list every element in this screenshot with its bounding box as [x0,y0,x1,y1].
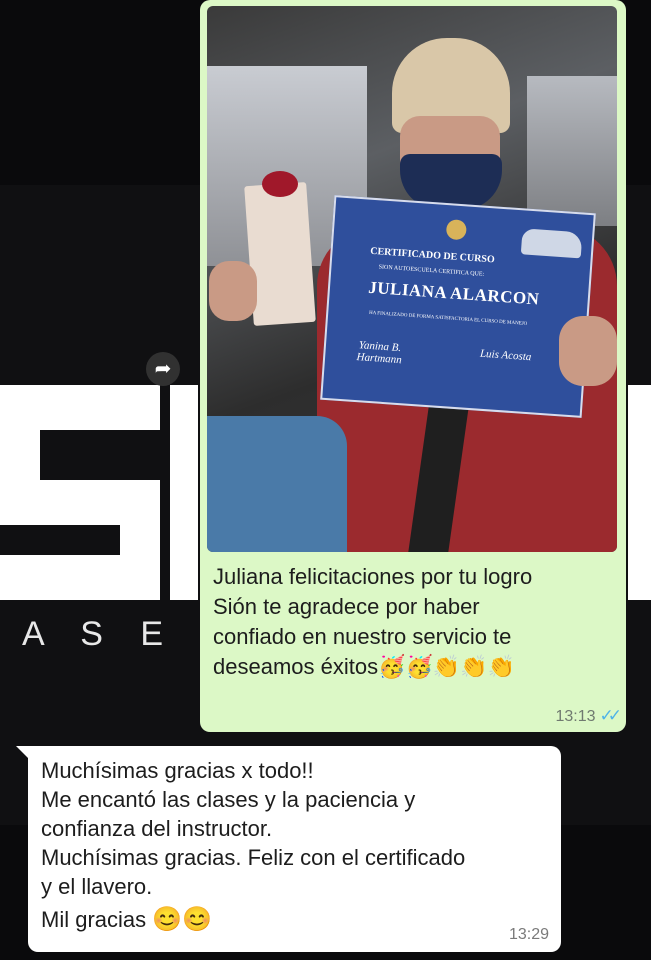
incoming-message-time: 13:29 [508,926,549,943]
caption-line: Juliana felicitaciones por tu logro [213,564,533,589]
certificate-signature-left: Yanina B. Hartmann [356,339,403,367]
photo-hand-left [209,261,257,321]
incoming-line: confianza del instructor. [41,816,273,841]
incoming-message-text: Muchísimas gracias x todo!! Me encantó l… [41,756,541,934]
certificate-subheading: SION AUTOESCUELA CERTIFICA QUE: [378,264,485,278]
message-time: 13:13 [555,708,596,725]
incoming-emojis: 😊😊 [152,906,213,933]
forward-icon[interactable]: ➦ [146,352,180,386]
incoming-message-bubble[interactable]: Muchísimas gracias x todo!! Me encantó l… [16,746,561,952]
message-caption: Juliana felicitaciones por tu logro Sión… [213,562,613,682]
wallpaper-logo-shape [170,385,198,600]
caption-line-last: deseamos éxitos🥳🥳👏👏👏 [213,652,613,682]
photo-certificate: CERTIFICADO DE CURSO SION AUTOESCUELA CE… [320,195,596,418]
certificate-medal-icon [445,219,468,241]
incoming-line: Mil gracias [41,907,147,932]
certificate-body: HA FINALIZADO DE FORMA SATISFACTORIA EL … [368,310,528,327]
read-ticks-icon: ✓✓ [599,706,622,725]
incoming-line: Muchísimas gracias x todo!! [41,758,314,783]
photo-car-window [527,76,617,226]
certificate-signature-right: Luis Acosta [479,347,532,364]
incoming-line-last: Mil gracias 😊😊 [41,905,541,934]
caption-line: deseamos éxitos [213,654,379,679]
wallpaper-logo-shape [628,385,651,600]
photo-person-jeans [207,416,347,552]
caption-line: Sión te agradece por haber [213,594,480,619]
incoming-line: y el llavero. [41,874,153,899]
caption-line: confiado en nuestro servicio te [213,624,512,649]
message-photo[interactable]: CERTIFICADO DE CURSO SION AUTOESCUELA CE… [207,6,617,552]
photo-hand-right [559,316,617,386]
incoming-line: Me encantó las clases y la paciencia y [41,787,416,812]
incoming-line: Muchísimas gracias. Feliz con el certifi… [41,845,466,870]
photo-gift-bow [262,171,298,197]
caption-emojis: 🥳🥳👏👏👏 [378,654,516,679]
certificate-car-icon [520,228,583,259]
outgoing-message-bubble[interactable]: CERTIFICADO DE CURSO SION AUTOESCUELA CE… [200,0,626,732]
wallpaper-logo-shape [0,555,160,600]
outgoing-message-meta: 13:13 ✓✓ [555,706,622,726]
certificate-name: JULIANA ALARCON [367,277,541,309]
